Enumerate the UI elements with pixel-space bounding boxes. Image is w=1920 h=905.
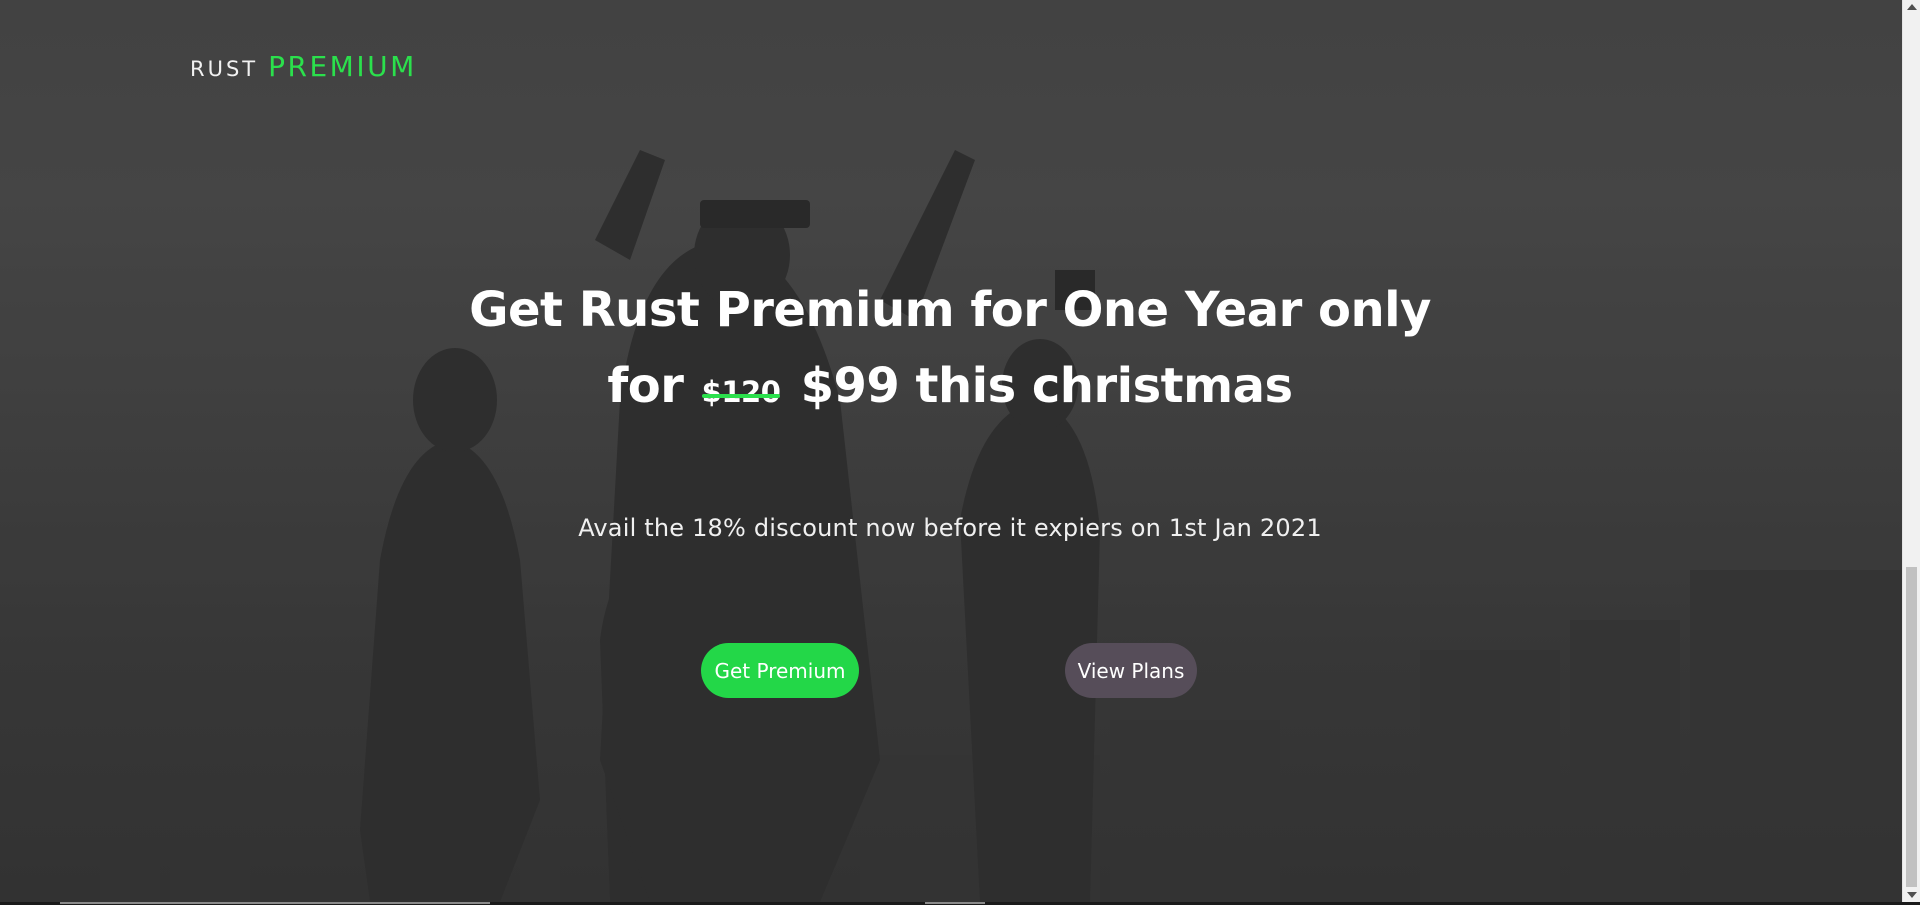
new-price: $99 this christmas [800, 358, 1294, 414]
scroll-up-icon[interactable] [1907, 4, 1917, 10]
page: RUST PREMIUM Get Rust Premium for One Ye… [0, 0, 1920, 905]
hero-section: RUST PREMIUM Get Rust Premium for One Ye… [0, 0, 1902, 902]
headline-for: for [607, 358, 684, 414]
view-plans-button[interactable]: View Plans [1065, 643, 1197, 698]
scroll-down-icon[interactable] [1907, 892, 1917, 898]
dark-overlay [0, 0, 1902, 902]
hero-headline: Get Rust Premium for One Year only for $… [380, 272, 1520, 430]
scrollbar-thumb[interactable] [1906, 567, 1917, 887]
hero-subtext: Avail the 18% discount now before it exp… [578, 514, 1322, 542]
bottom-divider [925, 902, 985, 904]
headline-line-2: for $120 $99 this christmas [380, 348, 1520, 430]
headline-line-1: Get Rust Premium for One Year only [469, 282, 1431, 338]
brand-prefix: RUST [190, 57, 259, 81]
get-premium-button[interactable]: Get Premium [701, 643, 859, 698]
old-price: $120 [701, 354, 781, 430]
brand-name: PREMIUM [268, 50, 417, 83]
brand-logo[interactable]: RUST PREMIUM [190, 50, 417, 83]
vertical-scrollbar[interactable] [1902, 0, 1920, 902]
bottom-divider [60, 902, 490, 904]
